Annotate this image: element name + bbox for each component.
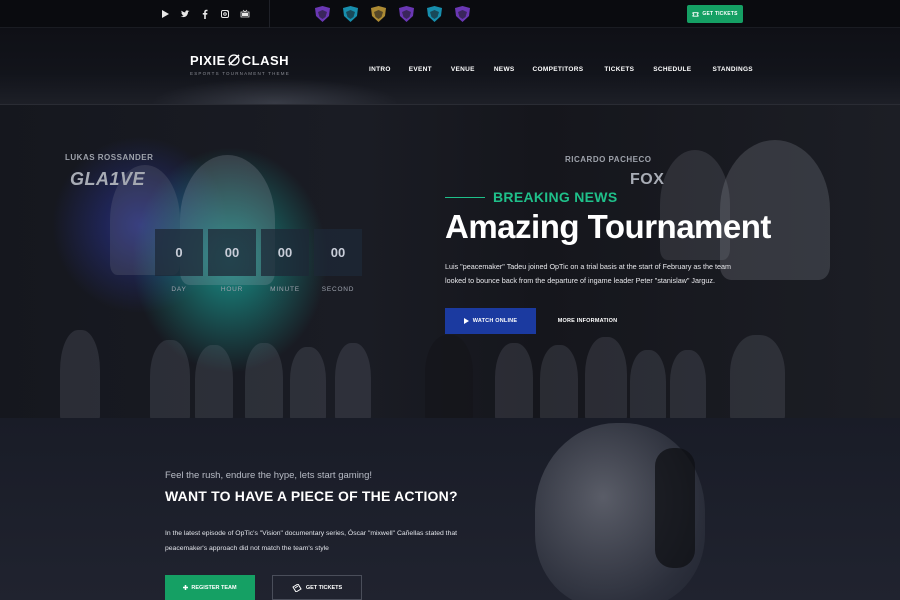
social-links: [160, 8, 250, 20]
countdown-hour-value: 00: [208, 229, 256, 276]
main-nav: INTRO EVENT VENUE NEWS COMPETITORS TICKETS SCH…: [369, 66, 753, 73]
crowd-figure: [730, 335, 785, 418]
facebook-icon[interactable]: [200, 8, 210, 20]
more-information-button[interactable]: MORE INFORMATION: [550, 308, 625, 334]
logo-text-right: CLASH: [241, 53, 290, 68]
divider: [269, 0, 270, 28]
ticket-icon: [692, 12, 699, 17]
get-tickets-top-label: GET TICKETS: [702, 11, 738, 17]
hero-text: Luis "peacemaker" Tadeu joined OpTic on …: [445, 262, 731, 285]
crowd-figure: [540, 345, 578, 418]
crowd-figure: [495, 343, 533, 418]
countdown-hour-label: HOUR: [220, 286, 244, 293]
player-left-name: LUKAS ROSSANDER: [65, 153, 154, 162]
breaking-news-kicker: BREAKING NEWS: [445, 189, 617, 205]
register-team-button[interactable]: REGISTER TEAM: [165, 575, 255, 600]
player-right-name: RICARDO PACHECO: [565, 155, 652, 164]
watch-online-button[interactable]: WATCH ONLINE: [445, 308, 536, 334]
hero-section: LUKAS ROSSANDER GLA1VE RICARDO PACHECO F…: [0, 105, 900, 418]
team-logo-teal-icon[interactable]: [341, 5, 360, 23]
countdown-day-value: 0: [155, 229, 203, 276]
page: GET TICKETS PIXIE CLASH ESPORTS TOURNAMEN…: [0, 0, 900, 600]
nav-item-event[interactable]: EVENT: [409, 66, 432, 73]
youtube-icon[interactable]: [160, 8, 170, 20]
countdown-day-label: DAY: [171, 286, 187, 293]
nav-item-standings[interactable]: STANDINGS: [712, 66, 753, 73]
get-tickets-button[interactable]: GET TICKETS: [272, 575, 362, 600]
countdown-second-label: SECOND: [321, 286, 355, 293]
play-icon: [463, 318, 469, 324]
nav-item-competitors[interactable]: COMPETITORS: [533, 66, 584, 73]
logo-slash-icon: [227, 53, 241, 67]
nav-item-venue[interactable]: VENUE: [451, 66, 475, 73]
site-header: PIXIE CLASH ESPORTS TOURNAMENT THEME INTR…: [0, 28, 900, 105]
nav-item-tickets[interactable]: TICKETS: [604, 66, 634, 73]
team-logos: [313, 5, 472, 23]
countdown-minute-value: 00: [261, 229, 309, 276]
headset-shape: [655, 448, 695, 568]
crowd-figure: [245, 343, 283, 418]
twitter-icon[interactable]: [180, 8, 190, 20]
watch-online-label: WATCH ONLINE: [472, 318, 518, 324]
cta-title: WANT TO HAVE A PIECE OF THE ACTION?: [165, 488, 458, 504]
team-logo-teal-icon[interactable]: [425, 5, 444, 23]
tickets-icon: [292, 583, 302, 592]
crowd-figure: [585, 337, 627, 418]
crowd-figure: [60, 330, 100, 418]
kicker-line: [445, 196, 485, 198]
logo-text-left: PIXIE: [190, 53, 226, 68]
countdown-minute-label: MINUTE: [270, 286, 300, 293]
team-logo-gold-icon[interactable]: [369, 5, 388, 23]
top-bar: GET TICKETS: [0, 0, 900, 28]
trophy-stand: [425, 335, 473, 418]
header-glow: [150, 78, 400, 104]
instagram-icon[interactable]: [220, 8, 230, 20]
nav-item-news[interactable]: NEWS: [494, 66, 515, 73]
call-to-action-section: Feel the rush, endure the hype, lets sta…: [0, 418, 900, 600]
get-tickets-label: GET TICKETS: [305, 584, 343, 591]
countdown-timer: 0 00 00 00: [155, 229, 362, 276]
crowd-figure: [290, 347, 326, 418]
kicker-text: BREAKING NEWS: [493, 189, 618, 205]
crowd-figure: [195, 345, 233, 418]
team-logo-purple-icon[interactable]: [313, 5, 332, 23]
countdown-labels: DAY HOUR MINUTE SECOND: [155, 286, 362, 293]
register-team-label: REGISTER TEAM: [191, 584, 237, 591]
nav-item-schedule[interactable]: SCHEDULE: [653, 66, 691, 73]
logo-wordmark: PIXIE CLASH: [190, 53, 290, 68]
player-right-tag: FOX: [630, 171, 665, 188]
crowd-figure: [335, 343, 371, 418]
plus-icon: [183, 585, 189, 590]
cta-text: In the latest episode of OpTic's "Vision…: [165, 530, 458, 552]
countdown-second-value: 00: [314, 229, 362, 276]
youtube-tv-icon[interactable]: [240, 8, 250, 20]
crowd-figure: [630, 350, 666, 418]
team-logo-purple-icon[interactable]: [453, 5, 472, 23]
crowd-figure: [150, 340, 190, 418]
nav-item-intro[interactable]: INTRO: [369, 66, 391, 73]
site-logo[interactable]: PIXIE CLASH ESPORTS TOURNAMENT THEME: [190, 53, 290, 76]
team-logo-purple-icon[interactable]: [397, 5, 416, 23]
crowd-figure: [670, 350, 706, 418]
hero-title: Amazing Tournament: [445, 208, 771, 245]
logo-subtitle: ESPORTS TOURNAMENT THEME: [190, 71, 290, 76]
cta-tagline: Feel the rush, endure the hype, lets sta…: [165, 470, 373, 481]
get-tickets-top-button[interactable]: GET TICKETS: [687, 5, 743, 23]
